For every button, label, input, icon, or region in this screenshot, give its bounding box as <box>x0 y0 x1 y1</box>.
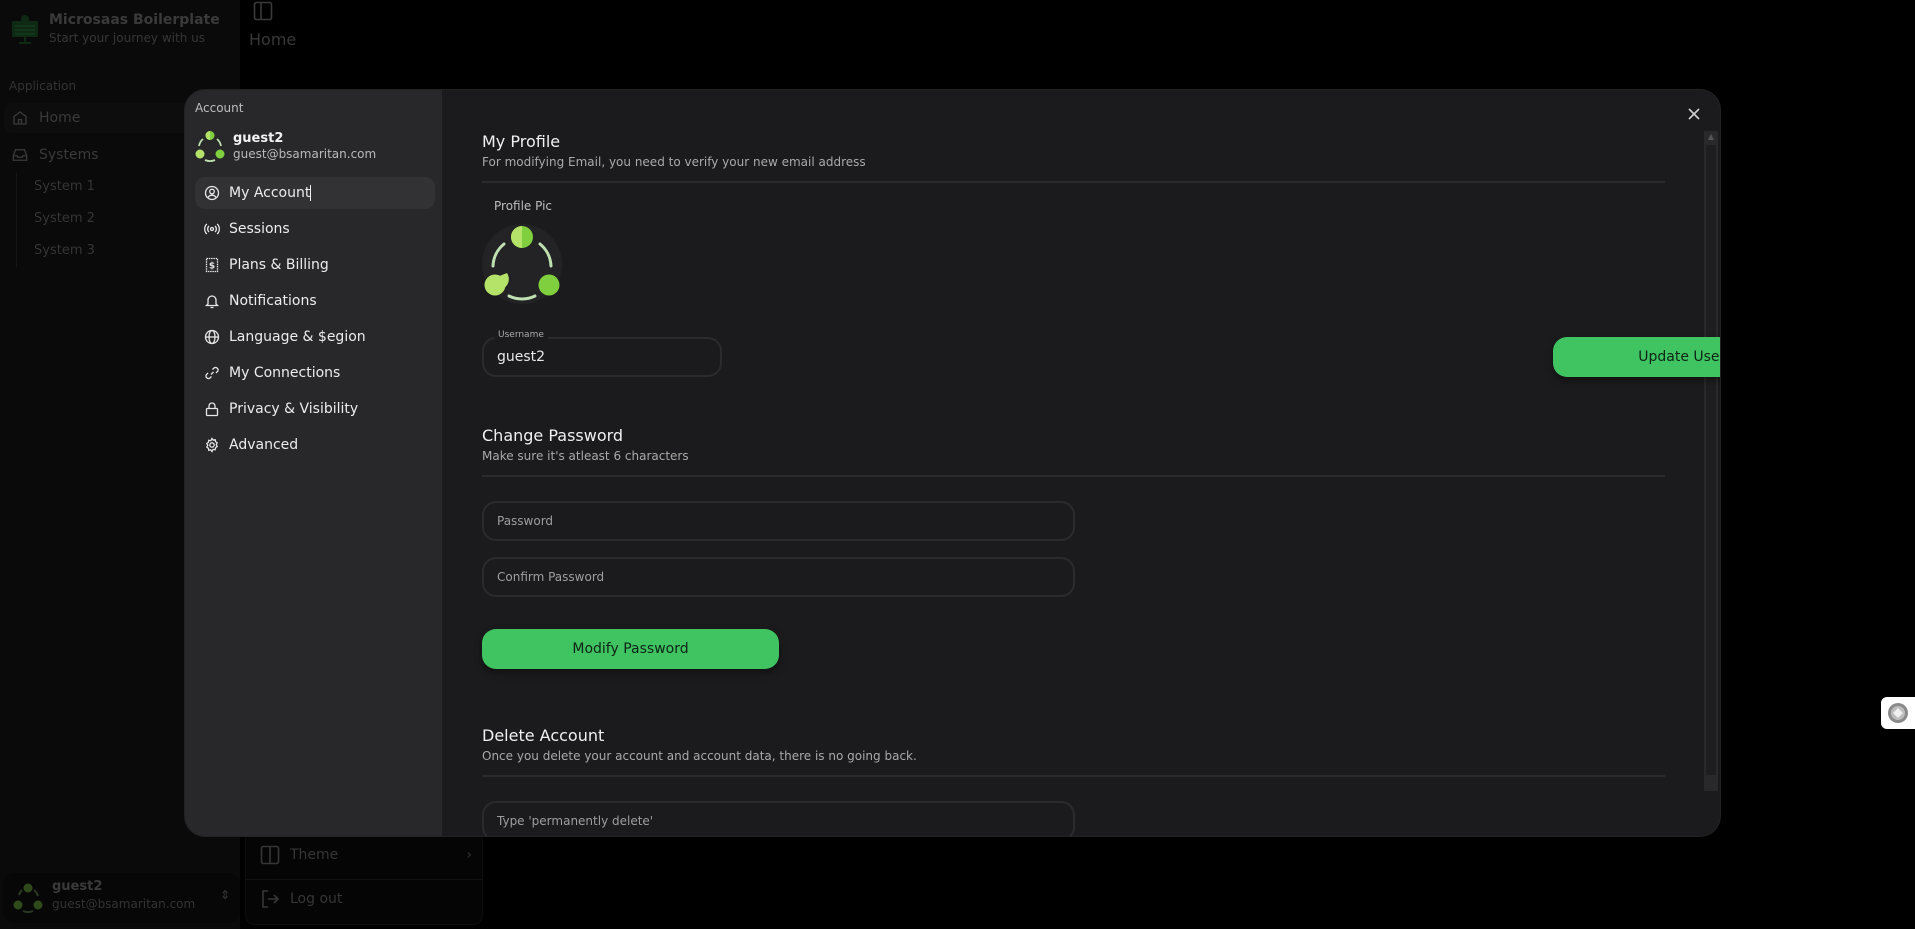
scrollbar[interactable]: ▲ <box>1704 131 1718 791</box>
chevrons-up-down-icon: ⇕ <box>219 888 230 902</box>
close-icon[interactable] <box>1684 104 1704 124</box>
profile-pic-label: Profile Pic <box>494 199 553 213</box>
delete-confirm-input[interactable] <box>484 803 1073 836</box>
sidebar-item-label: Sessions <box>229 221 290 237</box>
sidebar-item-label: Advanced <box>229 437 299 453</box>
floating-widget[interactable] <box>1881 697 1915 729</box>
sub-nav-line <box>16 173 17 267</box>
theme-icon <box>260 845 280 865</box>
section-title-my-profile: My Profile <box>482 132 561 151</box>
modal-user-name: guest2 <box>233 130 284 146</box>
billing-icon: $ <box>205 257 219 273</box>
username-field[interactable]: Username <box>482 330 722 377</box>
password-input[interactable] <box>484 503 1073 539</box>
sidebar-item-label: My Account <box>229 185 311 201</box>
sub-nav-system-1[interactable]: System 1 <box>34 179 95 194</box>
modal-sidebar-title: Account <box>195 101 244 115</box>
avatar <box>195 131 225 162</box>
app-logo-icon <box>12 15 38 44</box>
sidebar-item-label: Privacy & Visibility <box>229 401 359 417</box>
section-divider <box>482 181 1665 183</box>
widget-icon <box>1888 703 1908 723</box>
sidebar-item-my-account[interactable]: My Account <box>195 177 435 209</box>
sidebar-item-privacy-visibility[interactable]: Privacy & Visibility <box>195 393 435 425</box>
chevron-right-icon: › <box>466 847 472 863</box>
sidebar-item-label: Notifications <box>229 293 317 309</box>
sub-nav-system-3[interactable]: System 3 <box>34 243 95 258</box>
app-subtitle: Start your journey with us <box>49 31 205 45</box>
sidebar-toggle-icon[interactable] <box>253 1 273 21</box>
nav-item-label: Systems <box>39 147 99 163</box>
username-input[interactable] <box>484 339 720 375</box>
avatar <box>13 883 43 914</box>
section-subtitle-change-password: Make sure it's atleast 6 characters <box>482 449 689 463</box>
menu-divider <box>246 879 482 880</box>
logout-icon <box>262 890 280 908</box>
user-circle-icon <box>204 185 220 201</box>
sidebar-item-my-connections[interactable]: My Connections <box>195 357 435 389</box>
delete-confirm-field[interactable] <box>482 801 1075 836</box>
sidebar-item-plans-billing[interactable]: $ Plans & Billing <box>195 249 435 281</box>
app-title: Microsaas Boilerplate <box>49 12 220 28</box>
section-label-application: Application <box>9 79 77 93</box>
sidebar-item-label: Plans & Billing <box>229 257 329 273</box>
sidebar-item-language-region[interactable]: Language & $egion <box>195 321 435 353</box>
scroll-thumb[interactable] <box>1706 145 1716 775</box>
profile-pic-avatar[interactable] <box>482 224 562 304</box>
gear-icon <box>205 437 219 453</box>
user-name: guest2 <box>52 879 103 894</box>
confirm-password-field[interactable] <box>482 557 1075 597</box>
section-divider <box>482 775 1665 777</box>
sidebar-item-sessions[interactable]: Sessions <box>195 213 435 245</box>
broadcast-icon <box>204 223 220 235</box>
bell-icon <box>204 295 220 309</box>
username-label: Username <box>494 330 548 340</box>
sidebar-item-label: My Connections <box>229 365 341 381</box>
text-cursor <box>310 185 312 201</box>
user-card[interactable]: guest2 guest@bsamaritan.com ⇕ <box>3 873 240 923</box>
modal-user: guest2 guest@bsamaritan.com <box>195 130 376 162</box>
user-email: guest@bsamaritan.com <box>52 897 196 911</box>
modify-password-button[interactable]: Modify Password <box>482 629 779 669</box>
sidebar-item-advanced[interactable]: Advanced <box>195 429 435 461</box>
menu-item-label: Theme <box>290 847 339 863</box>
modal-sidebar: Account guest2 guest@bsamaritan.com My A… <box>185 90 442 836</box>
sidebar-item-notifications[interactable]: Notifications <box>195 285 435 317</box>
sub-nav-system-2[interactable]: System 2 <box>34 211 95 226</box>
nav-item-label: Home <box>39 110 81 126</box>
modal-user-email: guest@bsamaritan.com <box>233 146 377 161</box>
sidebar-item-label: Language & $egion <box>229 329 366 345</box>
lock-icon <box>205 402 219 417</box>
user-menu: Theme › Log out <box>245 830 483 925</box>
account-modal: Account guest2 guest@bsamaritan.com My A… <box>185 90 1720 836</box>
update-username-button[interactable]: Update Username <box>1553 337 1720 377</box>
section-divider <box>482 475 1665 477</box>
section-subtitle-my-profile: For modifying Email, you need to verify … <box>482 155 866 169</box>
section-subtitle-delete-account: Once you delete your account and account… <box>482 749 917 763</box>
page-heading: Home <box>249 30 297 49</box>
section-title-delete-account: Delete Account <box>482 726 605 745</box>
section-title-change-password: Change Password <box>482 426 624 445</box>
menu-item-label: Log out <box>290 891 343 907</box>
password-field[interactable] <box>482 501 1075 541</box>
scroll-up-arrow-icon[interactable]: ▲ <box>1704 131 1718 145</box>
inbox-icon <box>12 149 28 161</box>
confirm-password-input[interactable] <box>484 559 1073 595</box>
svg-text:$: $ <box>209 262 215 272</box>
modal-content: ▲ My Profile For modifying Email, you ne… <box>442 90 1720 836</box>
menu-item-theme[interactable]: Theme <box>260 845 338 865</box>
menu-item-logout[interactable]: Log out <box>260 889 342 909</box>
home-icon <box>13 111 27 125</box>
globe-icon <box>204 329 220 345</box>
link-icon <box>205 366 219 380</box>
